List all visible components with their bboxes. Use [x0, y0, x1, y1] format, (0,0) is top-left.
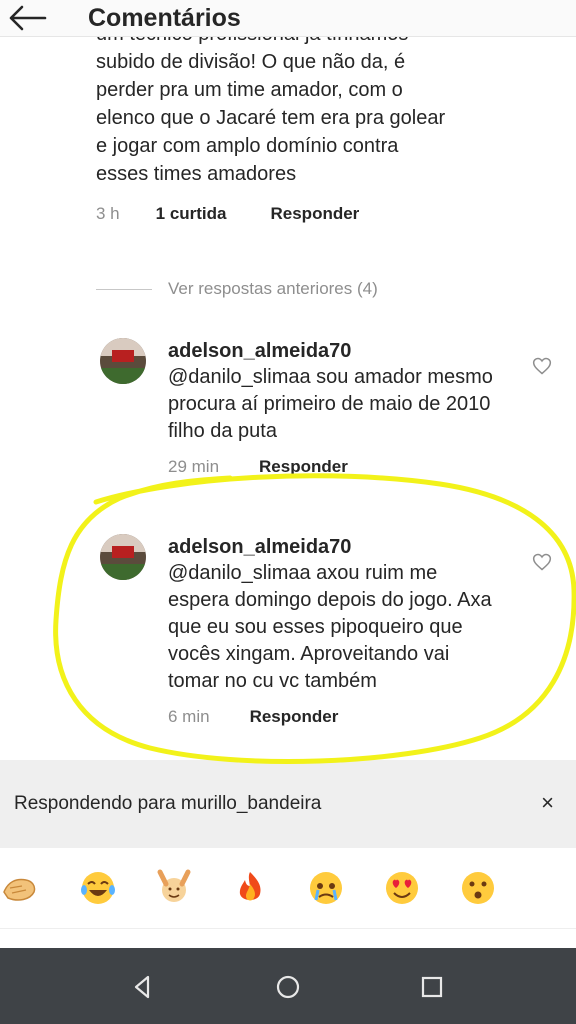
- avatar[interactable]: [100, 534, 146, 580]
- comment-cut-line: um técnico profissional já tínhamos: [96, 36, 536, 48]
- comment-meta: 3 h 1 curtida Responder: [96, 204, 536, 224]
- back-triangle-icon[interactable]: [128, 972, 158, 1002]
- parent-comment: um técnico profissional já tínhamos subi…: [96, 36, 536, 224]
- replying-to-bar: Respondendo para murillo_bandeira ×: [0, 760, 576, 848]
- reply-meta: 29 min Responder: [168, 457, 498, 477]
- view-previous-replies-label: Ver respostas anteriores (4): [168, 279, 378, 298]
- home-circle-icon[interactable]: [273, 972, 303, 1002]
- reply-body: adelson_almeida70 @danilo_slimaa sou ama…: [168, 338, 498, 477]
- page-title: Comentários: [88, 3, 241, 32]
- replying-to-label: Respondendo para murillo_bandeira: [14, 793, 322, 814]
- reply-button[interactable]: Responder: [259, 457, 348, 477]
- back-button[interactable]: [0, 0, 54, 36]
- comment-likes[interactable]: 1 curtida: [156, 204, 227, 224]
- system-navigation-bar: [0, 948, 576, 1024]
- heart-eyes-icon[interactable]: [382, 868, 422, 908]
- heart-icon[interactable]: [532, 552, 552, 572]
- reply-username[interactable]: adelson_almeida70: [168, 338, 498, 364]
- comment-text: subido de divisão! O que não da, é perde…: [96, 51, 446, 185]
- crying-face-icon[interactable]: [306, 868, 346, 908]
- clapping-hands-icon[interactable]: [0, 868, 40, 908]
- comment-input-area[interactable]: [0, 928, 576, 949]
- reply-button[interactable]: Responder: [250, 707, 339, 727]
- comments-list[interactable]: um técnico profissional já tínhamos subi…: [0, 36, 576, 760]
- reply-button[interactable]: Responder: [271, 204, 360, 224]
- fire-icon[interactable]: [230, 868, 270, 908]
- surprised-face-icon[interactable]: [458, 868, 498, 908]
- reply-body: adelson_almeida70 @danilo_slimaa axou ru…: [168, 534, 498, 727]
- raising-hands-icon[interactable]: [154, 868, 194, 908]
- header: Comentários: [0, 0, 576, 37]
- tears-of-joy-icon[interactable]: [78, 868, 118, 908]
- reply-meta: 6 min Responder: [168, 707, 498, 727]
- avatar[interactable]: [100, 338, 146, 384]
- view-previous-replies[interactable]: Ver respostas anteriores (4): [96, 279, 378, 299]
- divider: [96, 288, 152, 290]
- reply-text: @danilo_slimaa axou ruim me espera domin…: [168, 562, 492, 692]
- reply-username[interactable]: adelson_almeida70: [168, 534, 498, 560]
- recents-square-icon[interactable]: [417, 972, 447, 1002]
- heart-icon[interactable]: [532, 356, 552, 376]
- emoji-quick-bar: [0, 848, 576, 928]
- reply-time: 29 min: [168, 457, 220, 476]
- close-icon[interactable]: ×: [541, 790, 554, 816]
- reply-time: 6 min: [168, 707, 210, 726]
- arrow-left-icon: [9, 5, 47, 31]
- reply-text: @danilo_slimaa sou amador mesmo procura …: [168, 366, 493, 442]
- comment-time: 3 h: [96, 204, 120, 223]
